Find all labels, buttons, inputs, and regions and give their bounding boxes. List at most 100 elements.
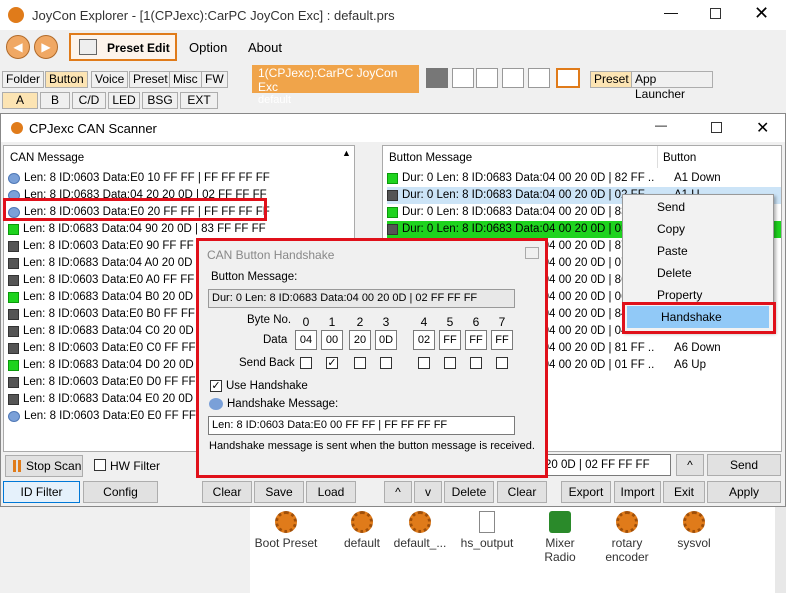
config-button[interactable]: Config <box>83 481 158 503</box>
tab-button[interactable]: Button <box>45 71 88 88</box>
green-status-icon <box>387 173 398 184</box>
can-row[interactable]: Len: 8 ID:0683 Data:04 E0 20 0D | 0 <box>8 391 209 408</box>
can-row[interactable]: Len: 8 ID:0683 Data:04 A0 20 0D | 0 <box>8 255 208 272</box>
scanner-minimize-icon[interactable]: — <box>655 118 667 132</box>
export-button[interactable]: Export <box>561 481 611 503</box>
category-tabs: Folder Button Voice Preset Misc FW <box>2 71 252 89</box>
scanner-maximize-icon[interactable] <box>711 122 722 133</box>
menu-paste[interactable]: Paste <box>623 240 773 262</box>
file-icon <box>479 511 495 533</box>
can-row-text: Len: 8 ID:0603 Data:E0 D0 FF FF | F <box>23 376 212 388</box>
hw-filter-checkbox[interactable] <box>94 459 106 471</box>
preset-item[interactable]: Boot Preset <box>254 507 318 550</box>
send-message-input[interactable]: 20 0D | 02 FF FF FF <box>541 454 671 476</box>
preset-item[interactable]: sysvol <box>662 507 726 550</box>
btn-header: Button Message <box>389 152 473 164</box>
tab-fw[interactable]: FW <box>201 71 228 88</box>
button-row-name: A6 Down <box>674 342 721 354</box>
button-row-text: Dur: 0 Len: 8 ID:0683 Data:04 00 20 0D |… <box>402 206 628 218</box>
gear-icon <box>683 511 705 533</box>
scrollbar-track[interactable] <box>775 507 786 593</box>
subtab-bsg[interactable]: BSG <box>142 92 178 109</box>
preset-list: Boot Preset default default_... hs_output Mi… <box>250 507 775 593</box>
button-row-name: A6 Up <box>674 359 706 371</box>
dark-status-icon <box>387 224 398 235</box>
scanner-icon[interactable] <box>556 68 580 88</box>
minimize-icon[interactable]: — <box>664 4 678 20</box>
subtab-a[interactable]: A <box>2 92 38 109</box>
clear-can-button[interactable]: Clear <box>202 481 252 503</box>
preset-item[interactable]: rotary encoder <box>595 507 659 564</box>
tool-icon[interactable] <box>426 68 448 88</box>
exit-button[interactable]: Exit <box>663 481 705 503</box>
tab-right-preset[interactable]: Preset <box>590 71 633 88</box>
tab-preset[interactable]: Preset <box>129 71 172 88</box>
can-row[interactable]: Len: 8 ID:0603 Data:E0 90 FF FF | F <box>8 238 210 255</box>
title-bar: JoyCon Explorer - [1(CPJexc):CarPC JoyCo… <box>0 0 786 30</box>
can-row[interactable]: Len: 8 ID:0683 Data:04 C0 20 0D | 8 <box>8 323 209 340</box>
button-row-text: Dur: 0 Len: 8 ID:0683 Data:04 00 20 0D |… <box>402 223 628 235</box>
save-button[interactable]: Save <box>254 481 304 503</box>
scanner-titlebar: CPJexc CAN Scanner — ✕ <box>1 114 785 142</box>
send-up-button[interactable]: ^ <box>676 454 704 476</box>
menu-delete[interactable]: Delete <box>623 262 773 284</box>
clear-button-list-button[interactable]: Clear <box>497 481 547 503</box>
stop-scan-button[interactable]: Stop Scan <box>5 455 83 477</box>
preset-edit-button[interactable]: Preset Edit <box>69 33 177 61</box>
can-row[interactable]: Len: 8 ID:0683 Data:04 B0 20 0D | 8 <box>8 289 209 306</box>
doc-tab[interactable]: 1(CPJexc):CarPC JoyCon Exc default <box>252 65 419 106</box>
preset-item[interactable]: Mixer Radio <box>528 507 592 564</box>
apply-button[interactable]: Apply <box>707 481 781 503</box>
move-up-button[interactable]: ^ <box>384 481 412 503</box>
subtab-ext[interactable]: EXT <box>180 92 218 109</box>
can-row[interactable]: Len: 8 ID:0603 Data:E0 10 FF FF | FF FF … <box>8 170 270 187</box>
tab-misc[interactable]: Misc <box>169 71 202 88</box>
can-row[interactable]: Len: 8 ID:0603 Data:E0 D0 FF FF | F <box>8 374 212 391</box>
forward-icon[interactable]: ▶ <box>34 35 58 59</box>
tab-app-launcher[interactable]: App Launcher <box>631 71 713 101</box>
edit-icon[interactable] <box>476 68 498 88</box>
can-row-text: Len: 8 ID:0603 Data:E0 E0 FF FF | F <box>24 410 213 422</box>
send-button[interactable]: Send <box>707 454 781 476</box>
menu-send[interactable]: Send <box>623 196 773 218</box>
id-filter-button[interactable]: ID Filter <box>3 481 80 503</box>
subtab-cd[interactable]: C/D <box>72 92 106 109</box>
can-row[interactable]: Len: 8 ID:0603 Data:E0 C0 FF FF | F <box>8 340 212 357</box>
dark-status-icon <box>8 377 19 388</box>
import-button[interactable]: Import <box>614 481 661 503</box>
load-button[interactable]: Load <box>306 481 356 503</box>
menu-about[interactable]: About <box>248 40 282 55</box>
scanner-close-icon[interactable]: ✕ <box>756 118 769 138</box>
can-row[interactable]: Len: 8 ID:0683 Data:04 90 20 0D | 83 FF … <box>8 221 266 238</box>
tab-voice[interactable]: Voice <box>91 71 129 88</box>
copy-icon[interactable] <box>528 68 550 88</box>
button-row-text: Dur: 0 Len: 8 ID:0683 Data:04 00 20 0D |… <box>402 172 654 184</box>
can-row[interactable]: Len: 8 ID:0683 Data:04 D0 20 0D | 8 <box>8 357 209 374</box>
maximize-icon[interactable] <box>710 8 721 19</box>
box-icon[interactable] <box>502 68 524 88</box>
scroll-up-icon[interactable]: ▲ <box>342 148 351 158</box>
can-row[interactable]: Len: 8 ID:0603 Data:E0 A0 FF FF | F <box>8 272 211 289</box>
preset-item[interactable]: hs_output <box>455 507 519 550</box>
tab-folder[interactable]: Folder <box>2 71 45 88</box>
can-row-text: Len: 8 ID:0683 Data:04 D0 20 0D | 8 <box>23 359 210 371</box>
button-row[interactable]: Dur: 0 Len: 8 ID:0683 Data:04 00 20 0D |… <box>387 170 781 187</box>
preset-item[interactable]: default <box>330 507 394 550</box>
can-row[interactable]: Len: 8 ID:0603 Data:E0 E0 FF FF | F <box>8 408 212 425</box>
can-row[interactable]: Len: 8 ID:0603 Data:E0 B0 FF FF | F <box>8 306 211 323</box>
move-down-button[interactable]: v <box>414 481 442 503</box>
close-icon[interactable]: ✕ <box>754 3 769 24</box>
subtab-b[interactable]: B <box>40 92 70 109</box>
subtab-led[interactable]: LED <box>108 92 140 109</box>
preset-edit-icon <box>79 39 97 55</box>
delete-button[interactable]: Delete <box>444 481 494 503</box>
can-row-text: Len: 8 ID:0683 Data:04 C0 20 0D | 8 <box>23 325 210 337</box>
back-icon[interactable]: ◀ <box>6 35 30 59</box>
menu-option[interactable]: Option <box>189 40 227 55</box>
app-icon <box>8 7 24 23</box>
mixer-icon <box>549 511 571 533</box>
preset-item[interactable]: default_... <box>388 507 452 550</box>
menu-copy[interactable]: Copy <box>623 218 773 240</box>
new-page-icon[interactable] <box>452 68 474 88</box>
gear-icon <box>616 511 638 533</box>
